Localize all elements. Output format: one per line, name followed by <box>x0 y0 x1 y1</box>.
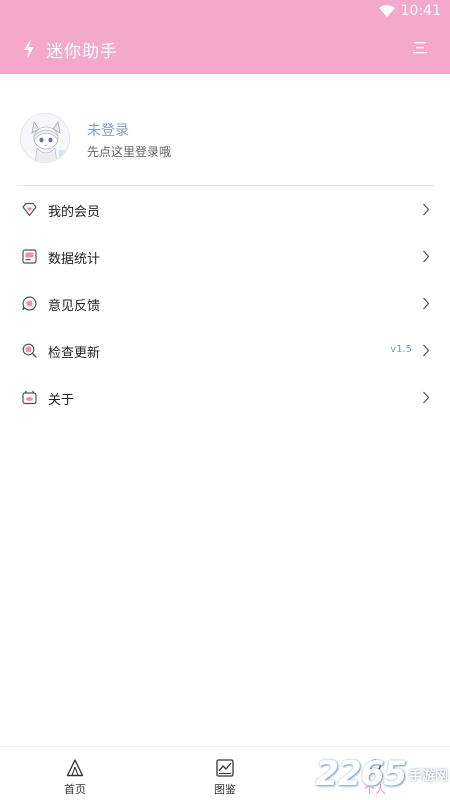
tent-icon <box>66 759 84 777</box>
menu-item-membership[interactable]: 我的会员 <box>0 186 450 233</box>
status-bar: 10:41 <box>0 0 450 24</box>
version-label: v1.5 <box>390 344 412 355</box>
menu-label: 检查更新 <box>48 346 101 361</box>
chevron-right-icon <box>423 297 430 310</box>
chevron-right-icon <box>423 250 430 263</box>
login-hint[interactable]: 先点这里登录哦 <box>87 143 171 160</box>
feedback-icon <box>22 296 37 311</box>
status-icons: 10:41 <box>378 3 441 19</box>
login-profile-card[interactable]: 未登录 先点这里登录哦 <box>18 108 438 184</box>
about-icon <box>22 390 37 405</box>
person-icon <box>367 759 383 777</box>
wifi-icon <box>378 5 395 17</box>
tab-gallery[interactable]: 图鉴 <box>175 747 275 800</box>
status-time: 10:41 <box>400 3 441 19</box>
tab-home[interactable]: 首页 <box>25 747 125 800</box>
menu-item-statistics[interactable]: 数据统计 <box>0 233 450 280</box>
menu-label: 数据统计 <box>48 252 101 267</box>
chart-box-icon <box>22 249 37 264</box>
chevron-right-icon <box>423 203 430 216</box>
menu-label: 关于 <box>48 393 75 408</box>
chevron-right-icon <box>423 344 430 357</box>
login-status-title[interactable]: 未登录 <box>87 120 129 140</box>
bolt-icon <box>24 39 34 59</box>
chevron-right-icon <box>423 391 430 404</box>
tab-profile[interactable]: 个人 <box>325 747 425 800</box>
tab-label: 首页 <box>64 783 86 796</box>
bottom-tab-bar: 首页 图鉴 个人 <box>0 746 450 800</box>
image-chart-icon <box>216 759 234 777</box>
app-bar: 迷你助手 <box>0 24 450 74</box>
menu-list: 我的会员 数据统计 意见反馈 检查更新 v1.5 关于 <box>0 186 450 421</box>
menu-label: 我的会员 <box>48 205 101 220</box>
menu-item-about[interactable]: 关于 <box>0 374 450 421</box>
menu-item-check-update[interactable]: 检查更新 v1.5 <box>0 327 450 374</box>
avatar-illustration-icon <box>21 114 69 162</box>
app-title: 迷你助手 <box>46 42 118 62</box>
search-update-icon <box>22 343 37 358</box>
diamond-icon <box>22 202 37 217</box>
tab-label: 个人 <box>364 783 386 796</box>
menu-item-feedback[interactable]: 意见反馈 <box>0 280 450 327</box>
menu-label: 意见反馈 <box>48 299 101 314</box>
avatar[interactable] <box>20 113 70 163</box>
tab-label: 图鉴 <box>214 783 236 796</box>
menu-icon[interactable] <box>412 41 428 55</box>
